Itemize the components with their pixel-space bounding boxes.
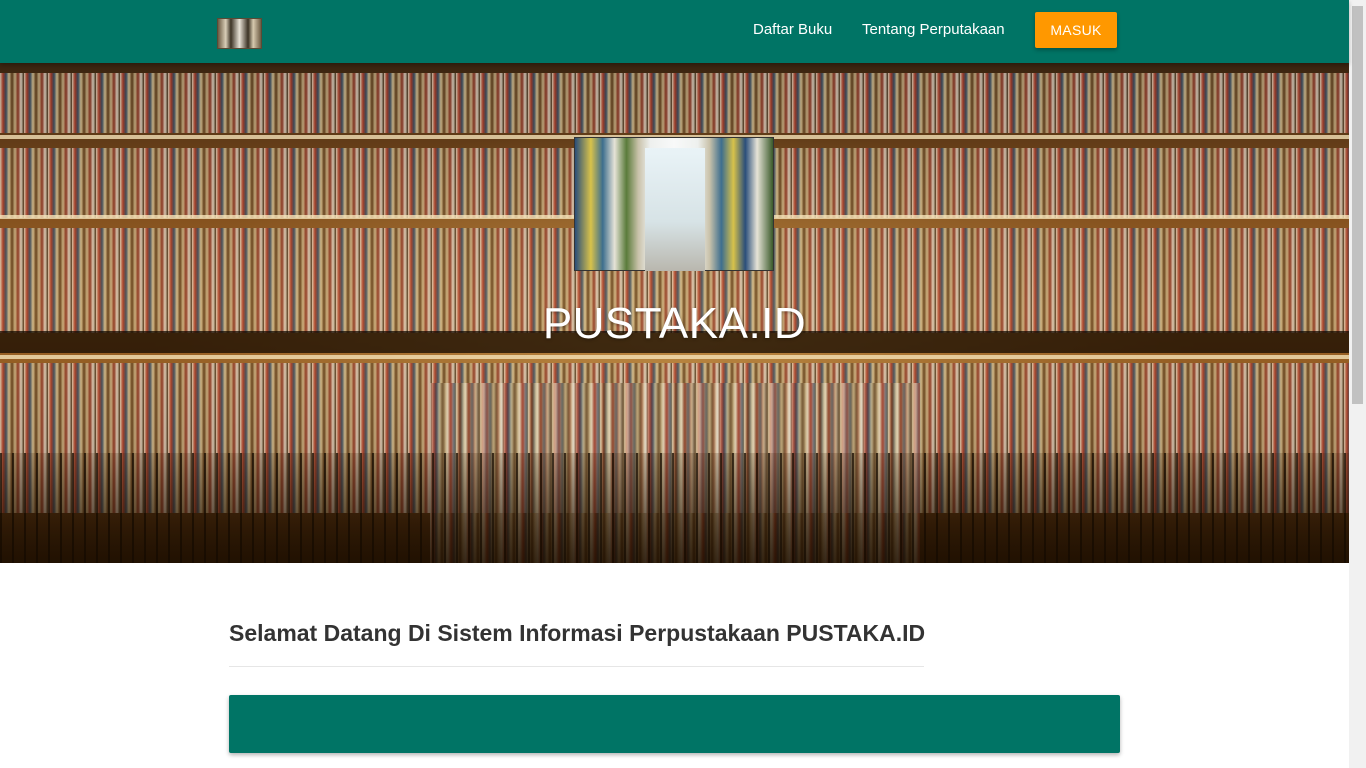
hero-shelf-light (0, 355, 1349, 359)
nav-link-daftar-buku[interactable]: Daftar Buku (753, 20, 832, 40)
divider (229, 666, 924, 667)
welcome-heading: Selamat Datang Di Sistem Informasi Perpu… (229, 620, 926, 646)
aisle-corridor (645, 148, 705, 271)
navbar: Daftar Buku Tentang Perputakaan MASUK (0, 0, 1349, 63)
library-aisle-image (574, 137, 774, 271)
nav-link-tentang-perputakaan[interactable]: Tentang Perputakaan (862, 20, 1005, 40)
hero-railing (0, 453, 1349, 563)
content-panel (229, 695, 1120, 753)
login-button[interactable]: MASUK (1035, 12, 1117, 48)
scrollbar-thumb[interactable] (1352, 6, 1363, 404)
hero-bookshelf (0, 73, 1349, 133)
hero-title: PUSTAKA.ID (542, 299, 807, 348)
vertical-scrollbar[interactable] (1349, 0, 1366, 768)
logo-image[interactable] (217, 18, 262, 49)
